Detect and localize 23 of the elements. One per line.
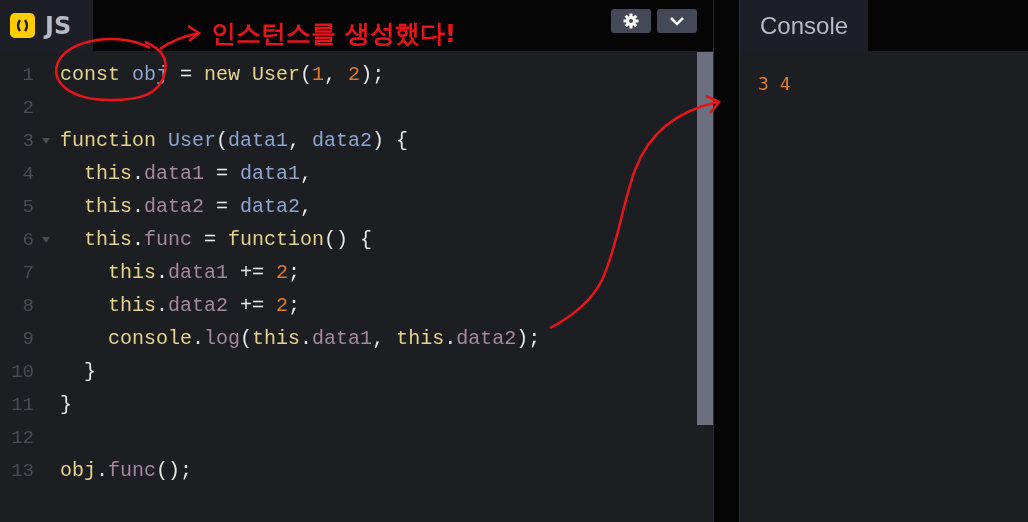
console-tab[interactable]: Console: [740, 0, 869, 51]
code-line: this.data1 += 2;: [107, 261, 301, 284]
settings-button[interactable]: [611, 9, 651, 33]
chevron-down-icon: [669, 16, 685, 26]
code-line: this.data2 += 2;: [107, 294, 301, 317]
scrollbar[interactable]: [697, 52, 713, 425]
fold-icon[interactable]: [42, 137, 50, 144]
code-line: obj.func();: [60, 459, 193, 482]
js-logo-icon: [10, 13, 35, 38]
fold-icon[interactable]: [42, 236, 50, 243]
annotation-text: 인스턴스를 생성했다!: [211, 18, 457, 50]
code-line: this.func = function() {: [83, 228, 373, 251]
code-line: this.data2 = data2,: [83, 195, 313, 218]
code-line: }: [83, 360, 96, 383]
console-output: 3 4: [758, 73, 792, 94]
arrow-annotation: [159, 24, 202, 50]
code-line: console.log(this.data1, this.data2);: [107, 327, 541, 350]
settings-icon: [623, 13, 639, 29]
collapse-button[interactable]: [657, 9, 697, 33]
editor-tab[interactable]: JS: [0, 0, 94, 51]
code-line: function User(data1, data2) {: [60, 129, 409, 152]
code-line: }: [60, 393, 72, 416]
code-line: this.data1 = data1,: [83, 162, 313, 185]
